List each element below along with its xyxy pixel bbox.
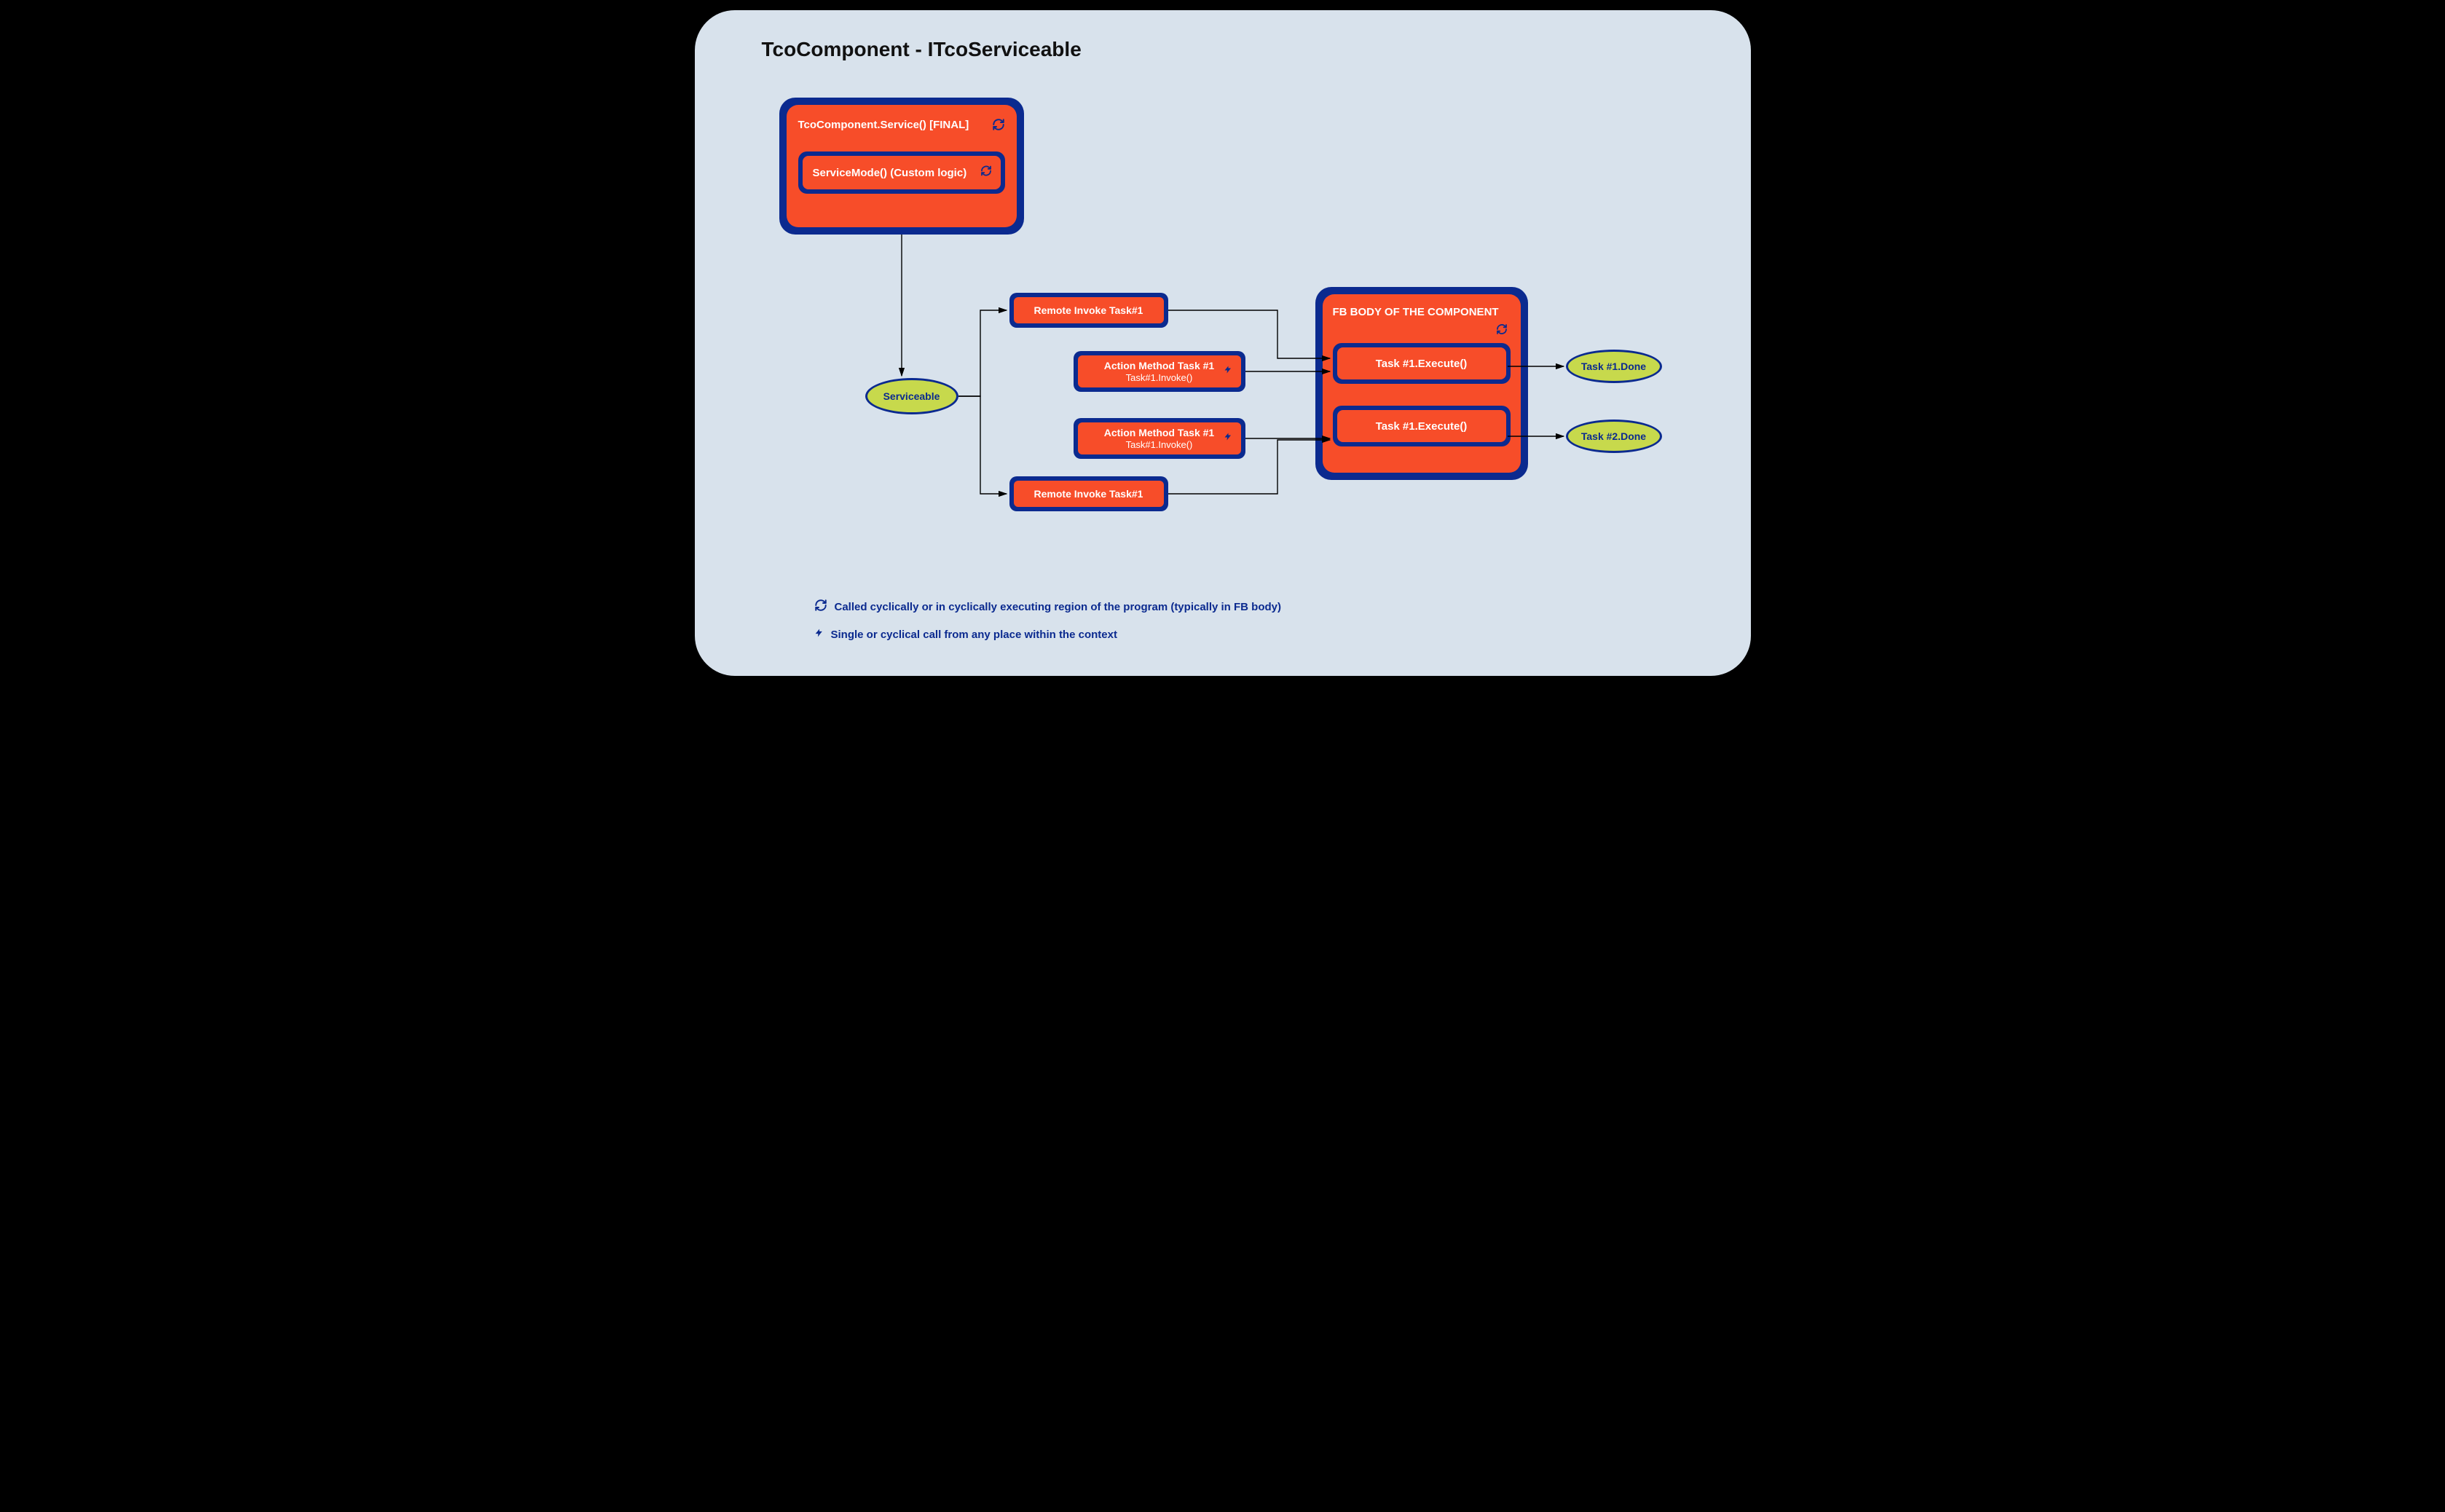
action-method-1-line1: Action Method Task #1 — [1104, 360, 1214, 372]
serviceable-oval: Serviceable — [865, 378, 958, 414]
bolt-icon — [1224, 431, 1232, 446]
action-method-2-line2: Task#1.Invoke() — [1126, 439, 1193, 451]
action-method-2: Action Method Task #1 Task#1.Invoke() — [1074, 418, 1245, 459]
bolt-icon — [814, 626, 824, 642]
bolt-icon — [1224, 364, 1232, 379]
cycle-icon — [814, 599, 827, 615]
done-2-label: Task #2.Done — [1581, 430, 1646, 442]
legend-cyclic: Called cyclically or in cyclically execu… — [814, 599, 1282, 615]
fb-task1-label: Task #1.Execute() — [1376, 358, 1468, 370]
action-method-1-line2: Task#1.Invoke() — [1126, 372, 1193, 384]
diagram-title: TcoComponent - ITcoServiceable — [762, 38, 1082, 61]
done-1-label: Task #1.Done — [1581, 361, 1646, 372]
legend-single-text: Single or cyclical call from any place w… — [831, 629, 1117, 641]
diagram-panel: TcoComponent - ITcoServiceable TcoCompon… — [695, 10, 1751, 676]
fb-body-block: FB BODY OF THE COMPONENT Task #1.Execute… — [1315, 287, 1528, 480]
remote-invoke-1-label: Remote Invoke Task#1 — [1034, 304, 1143, 317]
diagram-stage: TcoComponent - ITcoServiceable TcoCompon… — [685, 0, 1761, 686]
fb-task2-label: Task #1.Execute() — [1376, 420, 1468, 433]
cycle-icon — [992, 118, 1005, 131]
serviceable-label: Serviceable — [883, 390, 940, 402]
service-header: TcoComponent.Service() [FINAL] — [798, 119, 969, 131]
cycle-icon — [980, 165, 992, 181]
legend-cyclic-text: Called cyclically or in cyclically execu… — [835, 601, 1282, 613]
fb-body-header: FB BODY OF THE COMPONENT — [1333, 306, 1499, 318]
cycle-icon — [1496, 323, 1508, 339]
legend-single: Single or cyclical call from any place w… — [814, 626, 1117, 642]
done-2-oval: Task #2.Done — [1566, 420, 1662, 453]
remote-invoke-2-label: Remote Invoke Task#1 — [1034, 488, 1143, 500]
action-method-2-line1: Action Method Task #1 — [1104, 427, 1214, 439]
action-method-1: Action Method Task #1 Task#1.Invoke() — [1074, 351, 1245, 392]
remote-invoke-2: Remote Invoke Task#1 — [1009, 476, 1168, 511]
remote-invoke-1: Remote Invoke Task#1 — [1009, 293, 1168, 328]
done-1-oval: Task #1.Done — [1566, 350, 1662, 383]
service-mode-label: ServiceMode() (Custom logic) — [813, 167, 967, 179]
service-block: TcoComponent.Service() [FINAL] ServiceMo… — [779, 98, 1024, 235]
